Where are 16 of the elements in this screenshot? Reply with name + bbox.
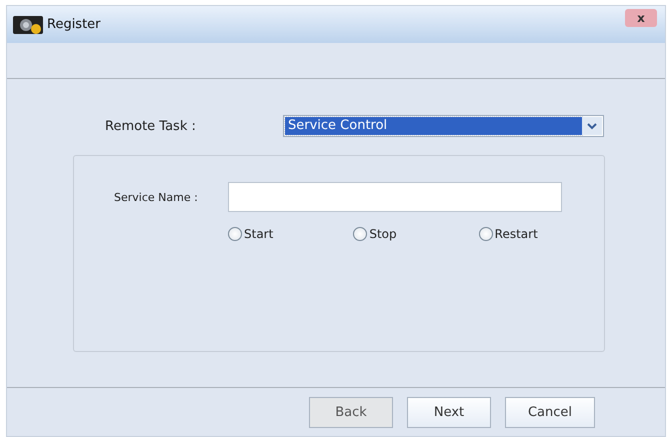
radio-button[interactable] bbox=[228, 227, 242, 241]
cancel-button[interactable]: Cancel bbox=[505, 396, 595, 428]
remote-task-label: Remote Task : bbox=[104, 118, 197, 134]
chevron-down-icon bbox=[587, 122, 597, 130]
close-button[interactable]: x bbox=[625, 9, 657, 27]
remote-task-dropdown[interactable]: Service Control bbox=[283, 115, 604, 137]
window-title: Register bbox=[47, 17, 102, 32]
app-icon bbox=[13, 14, 43, 34]
next-button[interactable]: Next bbox=[407, 396, 491, 428]
radio-label[interactable]: Stop bbox=[369, 227, 397, 241]
radio-button[interactable] bbox=[478, 227, 493, 241]
service-name-field[interactable] bbox=[228, 182, 562, 212]
radio-label[interactable]: Start bbox=[244, 227, 274, 241]
service-name-label: Service Name : bbox=[114, 190, 199, 204]
radio-label[interactable]: Restart bbox=[494, 227, 538, 241]
radio-button[interactable] bbox=[353, 227, 368, 241]
